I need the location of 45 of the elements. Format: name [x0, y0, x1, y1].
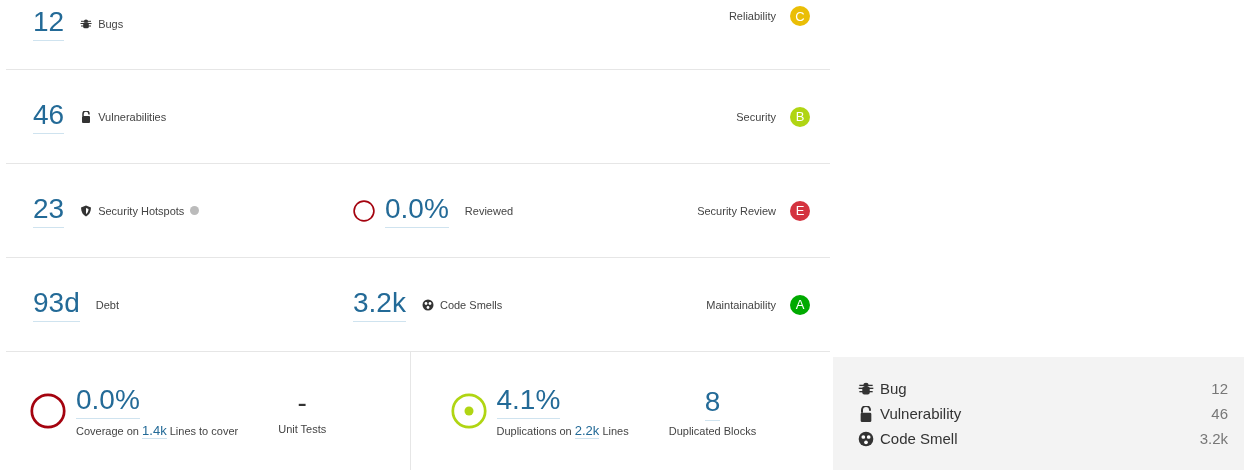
stat-label: Duplicated Blocks [668, 424, 757, 437]
ring-icon [353, 199, 375, 222]
stat-value: - [297, 387, 307, 419]
smell-icon [421, 298, 434, 311]
measure-value[interactable]: 3.2k [353, 287, 406, 322]
ring-with-dot-icon [450, 393, 487, 429]
rating-label: Maintainability [706, 298, 776, 311]
lock-icon [858, 405, 874, 422]
rating-badge[interactable]: E [790, 200, 810, 221]
measure-label: Bugs [98, 17, 124, 30]
percent-value[interactable]: 0.0% [76, 384, 140, 419]
bug-icon [858, 380, 874, 397]
caption: Duplications on 2.2k Lines [496, 423, 629, 438]
lock-icon [80, 110, 93, 123]
rating-badge[interactable]: A [790, 294, 810, 315]
issue-type-label[interactable]: Code Smell [880, 430, 958, 447]
ring-icon [30, 393, 66, 429]
measure-value[interactable]: 46 [33, 99, 65, 134]
issue-type-label[interactable]: Vulnerability [880, 405, 962, 422]
issue-type-label[interactable]: Bug [880, 380, 907, 397]
issue-count: 46 [1211, 405, 1228, 422]
measure-label: Code Smells [439, 298, 503, 311]
stat-value[interactable]: 8 [704, 385, 721, 421]
lines-link[interactable]: 1.4k [142, 423, 167, 439]
measure-value[interactable]: 0.0% [385, 193, 449, 228]
percent-value[interactable]: 4.1% [496, 384, 561, 419]
caption: Coverage on 1.4k Lines to cover [76, 423, 239, 438]
rating-label: Security [736, 110, 776, 123]
measure-label: Reviewed [464, 204, 514, 217]
help-icon[interactable] [190, 206, 200, 215]
measure-label: Debt [95, 298, 119, 311]
stat-label: Unit Tests [278, 423, 327, 435]
rating-label: Security Review [697, 204, 776, 217]
measure-value[interactable]: 23 [33, 193, 65, 228]
measure-label: Security Hotspots [98, 204, 185, 217]
smell-icon [858, 430, 874, 447]
rating-label: Reliability [728, 10, 776, 22]
issue-count: 12 [1211, 380, 1228, 397]
shield-icon [80, 204, 93, 217]
issue-count: 3.2k [1199, 430, 1228, 447]
measure-label: Vulnerabilities [98, 110, 167, 123]
measure-value[interactable]: 12 [33, 6, 65, 41]
lines-link[interactable]: 2.2k [574, 423, 600, 439]
bug-icon [80, 17, 93, 30]
measure-value[interactable]: 93d [33, 287, 80, 322]
